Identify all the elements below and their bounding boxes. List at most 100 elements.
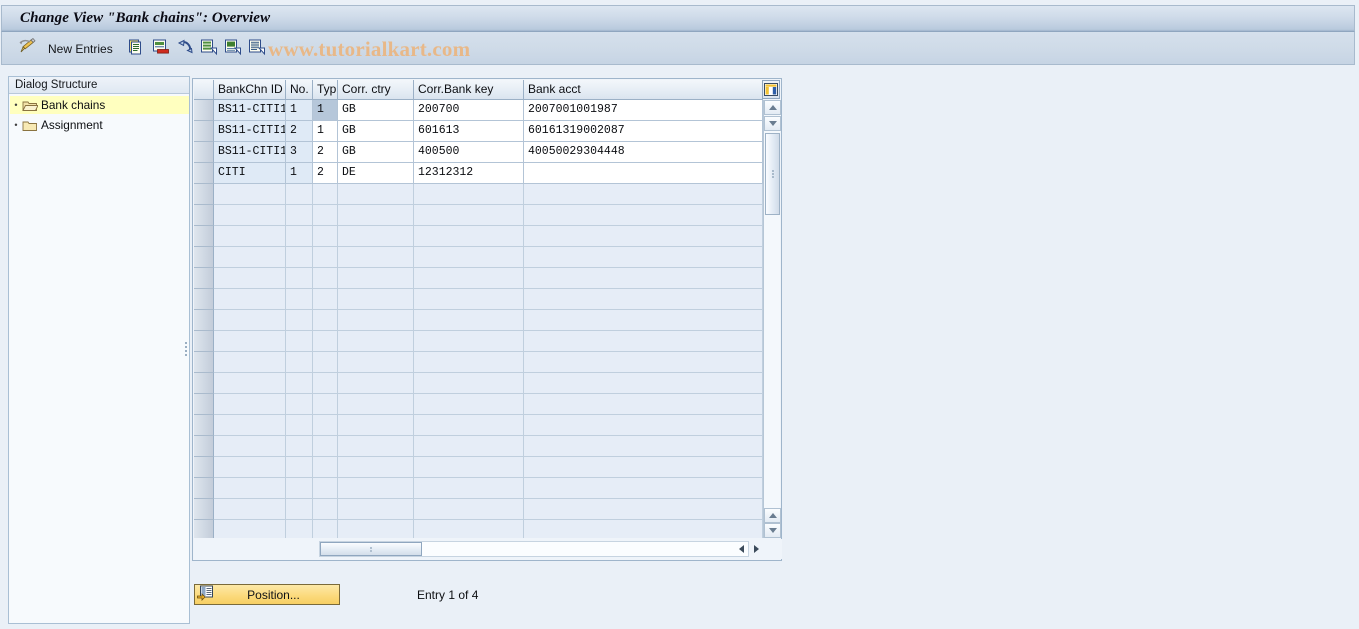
table-cell-corr_ctry[interactable]: GB bbox=[338, 142, 414, 163]
table-cell-typ[interactable] bbox=[313, 289, 338, 310]
table-vertical-scrollbar[interactable] bbox=[763, 100, 781, 538]
table-cell-bankchn_id[interactable] bbox=[214, 268, 286, 289]
table-row[interactable] bbox=[194, 520, 763, 538]
table-cell-no[interactable]: 1 bbox=[286, 100, 313, 121]
table-cell-bank_acct[interactable] bbox=[524, 205, 763, 226]
table-cell-no[interactable] bbox=[286, 415, 313, 436]
table-cell-no[interactable] bbox=[286, 247, 313, 268]
table-cell-no[interactable]: 3 bbox=[286, 142, 313, 163]
table-cell-bankchn_id[interactable]: CITI bbox=[214, 163, 286, 184]
table-cell-corr_ctry[interactable] bbox=[338, 289, 414, 310]
table-horizontal-scrollbar[interactable] bbox=[194, 539, 782, 559]
table-cell-bankchn_id[interactable]: BS11-CITI1 bbox=[214, 100, 286, 121]
table-cell-bank_acct[interactable] bbox=[524, 478, 763, 499]
table-cell-corr_ctry[interactable] bbox=[338, 247, 414, 268]
table-cell-typ[interactable] bbox=[313, 331, 338, 352]
sidebar-item-bank-chains[interactable]: • Bank chains bbox=[10, 96, 189, 114]
table-cell-typ[interactable] bbox=[313, 520, 338, 538]
table-cell-bankchn_id[interactable] bbox=[214, 415, 286, 436]
table-cell-corr_bank_key[interactable] bbox=[414, 205, 524, 226]
table-cell-corr_ctry[interactable]: GB bbox=[338, 100, 414, 121]
table-row[interactable] bbox=[194, 457, 763, 478]
table-cell-corr_ctry[interactable] bbox=[338, 331, 414, 352]
table-cell-corr_ctry[interactable] bbox=[338, 205, 414, 226]
row-select-button[interactable] bbox=[194, 226, 214, 247]
table-cell-corr_bank_key[interactable]: 601613 bbox=[414, 121, 524, 142]
table-row[interactable] bbox=[194, 331, 763, 352]
table-row[interactable]: BS11-CITI1 1 1 GB 200700 2007001001987 bbox=[194, 100, 763, 121]
table-row[interactable] bbox=[194, 352, 763, 373]
sidebar-item-assignment[interactable]: • Assignment bbox=[10, 116, 189, 134]
table-cell-corr_bank_key[interactable] bbox=[414, 436, 524, 457]
table-cell-bankchn_id[interactable] bbox=[214, 394, 286, 415]
table-cell-no[interactable] bbox=[286, 268, 313, 289]
table-cell-bankchn_id[interactable] bbox=[214, 226, 286, 247]
table-row[interactable] bbox=[194, 436, 763, 457]
table-cell-corr_ctry[interactable] bbox=[338, 352, 414, 373]
copy-as-button[interactable] bbox=[128, 32, 146, 65]
table-cell-corr_bank_key[interactable] bbox=[414, 457, 524, 478]
table-cell-corr_bank_key[interactable] bbox=[414, 331, 524, 352]
table-cell-typ[interactable] bbox=[313, 499, 338, 520]
table-cell-corr_bank_key[interactable] bbox=[414, 184, 524, 205]
table-cell-bankchn_id[interactable] bbox=[214, 352, 286, 373]
table-cell-bank_acct[interactable] bbox=[524, 247, 763, 268]
table-cell-corr_bank_key[interactable] bbox=[414, 520, 524, 538]
table-cell-no[interactable] bbox=[286, 436, 313, 457]
table-cell-bank_acct[interactable] bbox=[524, 331, 763, 352]
table-cell-bankchn_id[interactable] bbox=[214, 457, 286, 478]
table-row[interactable] bbox=[194, 499, 763, 520]
table-cell-typ[interactable] bbox=[313, 373, 338, 394]
table-row[interactable] bbox=[194, 205, 763, 226]
row-select-button[interactable] bbox=[194, 478, 214, 499]
column-header-no[interactable]: No. bbox=[286, 80, 313, 100]
table-cell-bank_acct[interactable] bbox=[524, 373, 763, 394]
table-cell-bank_acct[interactable] bbox=[524, 226, 763, 247]
table-row[interactable] bbox=[194, 394, 763, 415]
row-select-button[interactable] bbox=[194, 499, 214, 520]
table-cell-bank_acct[interactable] bbox=[524, 457, 763, 478]
table-cell-no[interactable] bbox=[286, 520, 313, 538]
column-header-bankchn-id[interactable]: BankChn ID bbox=[214, 80, 286, 100]
table-cell-bank_acct[interactable] bbox=[524, 415, 763, 436]
table-cell-bankchn_id[interactable] bbox=[214, 520, 286, 538]
table-cell-bank_acct[interactable] bbox=[524, 394, 763, 415]
table-cell-corr_ctry[interactable]: GB bbox=[338, 121, 414, 142]
select-all-column-header[interactable] bbox=[194, 80, 214, 100]
table-cell-corr_bank_key[interactable] bbox=[414, 352, 524, 373]
table-row[interactable] bbox=[194, 289, 763, 310]
table-cell-corr_bank_key[interactable] bbox=[414, 289, 524, 310]
table-cell-corr_bank_key[interactable]: 12312312 bbox=[414, 163, 524, 184]
row-select-button[interactable] bbox=[194, 436, 214, 457]
table-cell-bankchn_id[interactable] bbox=[214, 499, 286, 520]
table-cell-bankchn_id[interactable] bbox=[214, 184, 286, 205]
row-select-button[interactable] bbox=[194, 268, 214, 289]
table-cell-corr_bank_key[interactable] bbox=[414, 268, 524, 289]
table-cell-typ[interactable] bbox=[313, 436, 338, 457]
table-cell-corr_bank_key[interactable] bbox=[414, 394, 524, 415]
table-cell-bankchn_id[interactable] bbox=[214, 205, 286, 226]
table-cell-bankchn_id[interactable] bbox=[214, 373, 286, 394]
table-cell-typ[interactable] bbox=[313, 247, 338, 268]
scroll-up-arrow-bottom[interactable] bbox=[764, 508, 781, 523]
row-select-button[interactable] bbox=[194, 100, 214, 121]
row-select-button[interactable] bbox=[194, 247, 214, 268]
table-cell-bank_acct[interactable] bbox=[524, 499, 763, 520]
row-select-button[interactable] bbox=[194, 142, 214, 163]
row-select-button[interactable] bbox=[194, 394, 214, 415]
column-header-corr-bank-key[interactable]: Corr.Bank key bbox=[414, 80, 524, 100]
table-cell-typ[interactable] bbox=[313, 184, 338, 205]
scroll-right-arrow-end[interactable] bbox=[750, 541, 766, 557]
table-cell-bankchn_id[interactable]: BS11-CITI1 bbox=[214, 142, 286, 163]
table-row[interactable] bbox=[194, 247, 763, 268]
table-cell-no[interactable] bbox=[286, 373, 313, 394]
table-cell-no[interactable]: 2 bbox=[286, 121, 313, 142]
table-cell-corr_bank_key[interactable] bbox=[414, 310, 524, 331]
table-cell-typ[interactable] bbox=[313, 478, 338, 499]
table-cell-no[interactable] bbox=[286, 394, 313, 415]
column-header-bank-acct[interactable]: Bank acct bbox=[524, 80, 763, 100]
table-cell-bank_acct[interactable] bbox=[524, 289, 763, 310]
table-cell-no[interactable] bbox=[286, 226, 313, 247]
delete-button[interactable] bbox=[152, 32, 170, 65]
table-row[interactable]: BS11-CITI1 3 2 GB 400500 40050029304448 bbox=[194, 142, 763, 163]
